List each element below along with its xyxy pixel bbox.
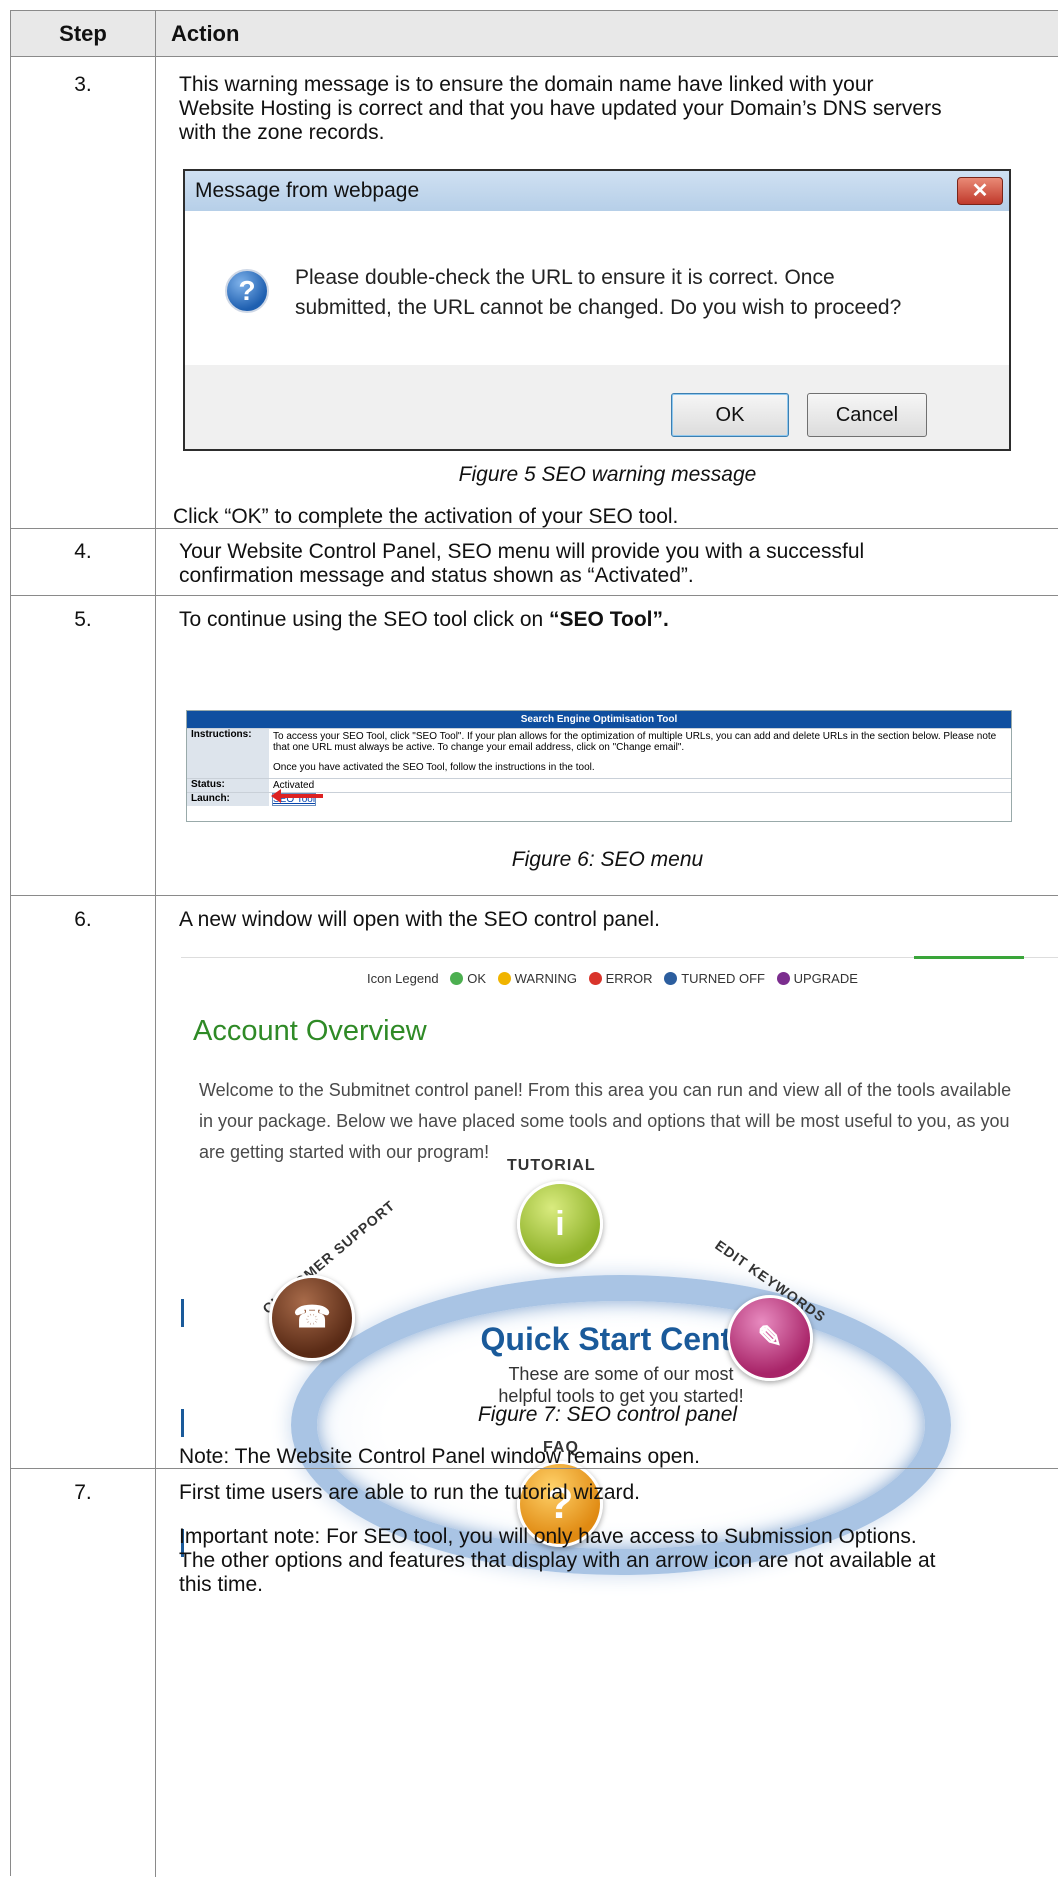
row-divider xyxy=(11,895,1058,896)
instructions-line: To access your SEO Tool, click "SEO Tool… xyxy=(273,731,997,742)
step-text: The other options and features that disp… xyxy=(179,1549,936,1572)
upgrade-icon xyxy=(776,972,790,985)
seo-menu: Search Engine Optimisation Tool Instruct… xyxy=(186,710,1012,822)
step-number: 3. xyxy=(74,73,92,96)
panel-green-bar xyxy=(914,956,1024,959)
step-number: 4. xyxy=(74,540,92,563)
seo-row-instructions: Instructions: To access your SEO Tool, c… xyxy=(187,728,1011,778)
icon-legend: Icon Legend OK WARNING ERROR TURNED OFF … xyxy=(367,971,858,986)
body-line: in your package. Below we have placed so… xyxy=(199,1111,1010,1131)
step-text: Note: The Website Control Panel window r… xyxy=(179,1445,701,1468)
legend-item: WARNING xyxy=(514,971,577,986)
dialog-titlebar: Message from webpage ✕ xyxy=(185,171,1009,211)
edit-keywords-icon[interactable]: ✎ xyxy=(727,1295,813,1381)
launch-label: Launch: xyxy=(187,793,269,806)
close-button[interactable]: ✕ xyxy=(957,177,1003,205)
header-step: Step xyxy=(59,21,107,46)
error-icon xyxy=(588,972,602,985)
step-text: Your Website Control Panel, SEO menu wil… xyxy=(179,540,865,563)
step-text: This warning message is to ensure the do… xyxy=(179,73,874,96)
step-text: A new window will open with the SEO cont… xyxy=(179,908,660,931)
question-icon: ? xyxy=(225,269,269,313)
subtitle-line: These are some of our most xyxy=(508,1364,734,1384)
seo-row-status: Status: Activated xyxy=(187,778,1011,792)
seo-menu-title: Search Engine Optimisation Tool xyxy=(187,711,1011,728)
status-value: Activated xyxy=(273,780,315,791)
red-arrow-icon xyxy=(271,789,323,803)
legend-item: ERROR xyxy=(605,971,653,986)
launch-value: SEO Tool xyxy=(271,793,1007,806)
legend-item: OK xyxy=(467,971,486,986)
instructions-table: Step Action 3. This warning message is t… xyxy=(10,10,1058,1877)
tutorial-icon[interactable]: i xyxy=(517,1181,603,1267)
account-overview-title: Account Overview xyxy=(193,1015,427,1047)
table-header: Step Action xyxy=(11,11,1058,57)
step-text: Important note: For SEO tool, you will o… xyxy=(179,1525,917,1548)
step-text: To continue using the SEO tool click on … xyxy=(179,608,669,632)
ok-button[interactable]: OK xyxy=(671,393,789,437)
turned-off-icon xyxy=(664,972,678,985)
step-text: confirmation message and status shown as… xyxy=(179,564,694,587)
step-text: this time. xyxy=(179,1573,264,1596)
customer-support-icon[interactable]: ☎ xyxy=(269,1275,355,1361)
body-line: are getting started with our program! xyxy=(199,1142,490,1162)
dialog-message-line: Please double-check the URL to ensure it… xyxy=(295,266,835,289)
tutorial-label: TUTORIAL xyxy=(507,1157,596,1174)
warning-dialog: Message from webpage ✕ ? Please double-c… xyxy=(183,169,1011,451)
body-line: Welcome to the Submitnet control panel! … xyxy=(199,1080,1012,1100)
header-action: Action xyxy=(171,21,240,46)
instructions-line: Once you have activated the SEO Tool, fo… xyxy=(273,762,595,773)
instructions-label: Instructions: xyxy=(187,729,269,778)
step-text: Website Hosting is correct and that you … xyxy=(179,97,942,120)
step-number: 5. xyxy=(74,608,92,631)
account-overview-body: Welcome to the Submitnet control panel! … xyxy=(199,1075,1049,1168)
dialog-footer: OK Cancel xyxy=(185,365,1009,449)
row-divider xyxy=(11,595,1058,596)
cancel-button[interactable]: Cancel xyxy=(807,393,927,437)
instructions-line: that one URL must always be active. To c… xyxy=(273,742,685,753)
dialog-message: Please double-check the URL to ensure it… xyxy=(295,263,975,323)
step-text-plain: To continue using the SEO tool click on xyxy=(179,608,550,631)
ok-icon xyxy=(450,972,464,985)
quick-start-subtitle: These are some of our most helpful tools… xyxy=(181,1363,1058,1407)
status-label: Status: xyxy=(187,779,269,792)
instructions-text: To access your SEO Tool, click "SEO Tool… xyxy=(273,731,1007,773)
step-text-bold: “SEO Tool”. xyxy=(549,608,669,631)
step-text: with the zone records. xyxy=(179,121,385,144)
figure-caption: Figure 7: SEO control panel xyxy=(477,1403,738,1426)
legend-title: Icon Legend xyxy=(367,971,439,986)
legend-item: TURNED OFF xyxy=(681,971,765,986)
row-divider xyxy=(11,1468,1058,1469)
dialog-message-line: submitted, the URL cannot be changed. Do… xyxy=(295,296,902,319)
figure-caption: Figure 6: SEO menu xyxy=(511,848,704,871)
row-divider xyxy=(11,528,1058,529)
step-text: First time users are able to run the tut… xyxy=(179,1481,641,1504)
step-number: 7. xyxy=(74,1481,92,1504)
legend-item: UPGRADE xyxy=(793,971,858,986)
figure-caption: Figure 5 SEO warning message xyxy=(458,463,757,486)
step-number: 6. xyxy=(74,908,92,931)
step-text: Click “OK” to complete the activation of… xyxy=(173,505,679,528)
warning-icon xyxy=(497,972,511,985)
column-divider xyxy=(155,11,156,1877)
dialog-title: Message from webpage xyxy=(195,179,420,202)
